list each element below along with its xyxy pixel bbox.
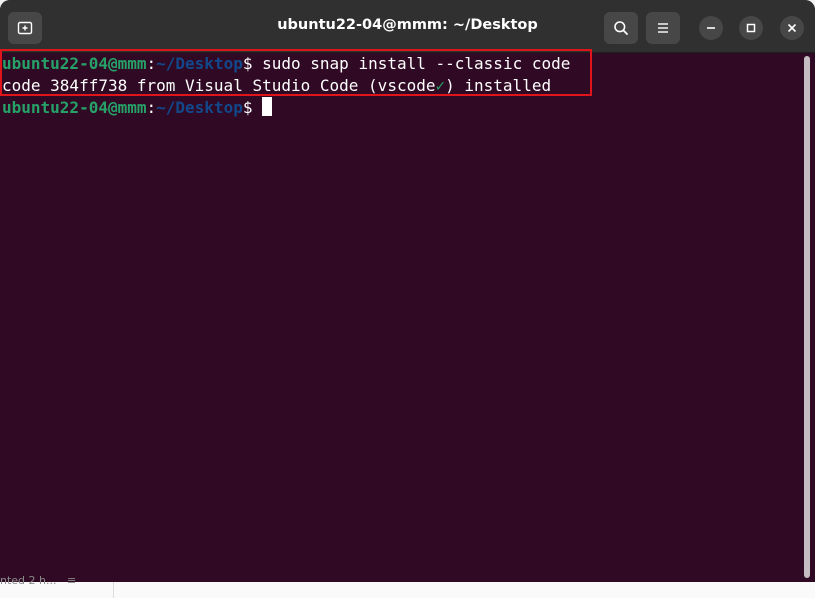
hamburger-menu-icon <box>658 23 668 33</box>
background-window-strip <box>0 582 815 598</box>
background-divider <box>113 582 114 598</box>
highlight-box <box>0 49 592 96</box>
text-cursor <box>262 97 273 116</box>
close-icon <box>787 23 797 33</box>
background-partial-text: nted 2 h... ≡ <box>0 574 77 587</box>
prompt-path: ~/Desktop <box>156 98 243 117</box>
terminal-line-prompt: ubuntu22-04@mmm:~/Desktop$ <box>2 97 273 119</box>
maximize-button[interactable] <box>739 16 763 40</box>
search-icon <box>614 21 628 35</box>
minimize-button[interactable] <box>699 16 723 40</box>
maximize-icon <box>746 23 756 33</box>
prompt-separator: : <box>146 98 157 117</box>
scrollbar[interactable] <box>804 56 810 578</box>
search-button[interactable] <box>604 12 638 44</box>
menu-button[interactable] <box>646 12 680 44</box>
titlebar[interactable]: ubuntu22-04@mmm: ~/Desktop <box>0 0 815 53</box>
terminal-window: ubuntu22-04@mmm: ~/Desktop ubuntu22-04@m… <box>0 0 815 582</box>
prompt-symbol: $ <box>242 98 263 117</box>
window-title: ubuntu22-04@mmm: ~/Desktop <box>277 17 538 33</box>
prompt-user: ubuntu22-04@mmm <box>2 98 147 117</box>
minimize-icon <box>707 27 715 29</box>
close-button[interactable] <box>780 16 804 40</box>
terminal-content[interactable]: ubuntu22-04@mmm:~/Desktop$ sudo snap ins… <box>0 53 800 581</box>
